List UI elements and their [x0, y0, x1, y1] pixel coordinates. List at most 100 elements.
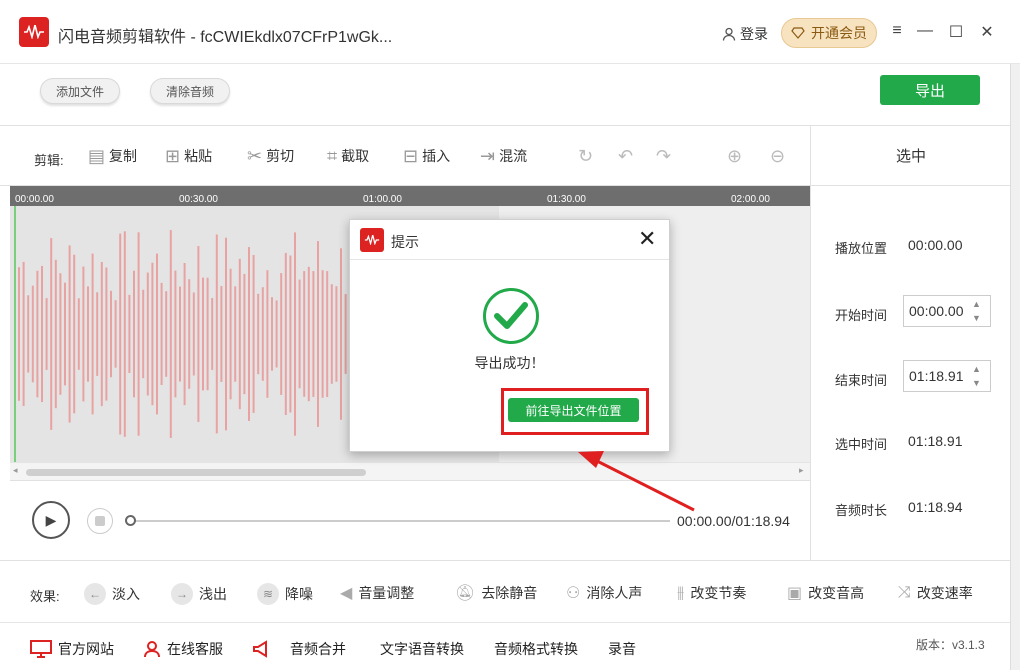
trim-label: 截取: [341, 148, 370, 164]
top-toolbar: 添加文件 清除音频 导出: [0, 64, 1010, 126]
scroll-left-icon[interactable]: ◂: [13, 465, 18, 476]
format-convert-link[interactable]: 音频格式转换: [494, 639, 578, 659]
zoom-out-icon[interactable]: ⊖: [770, 146, 785, 167]
online-service-label: 在线客服: [167, 641, 223, 657]
minimize-icon[interactable]: —: [915, 22, 935, 40]
waveform-bar: [45, 298, 48, 370]
waveform-bar: [344, 294, 347, 374]
zoom-in-icon[interactable]: ⊕: [727, 146, 742, 167]
duration-value: 01:18.94: [908, 499, 963, 515]
online-service-link[interactable]: 在线客服: [143, 639, 223, 659]
playback-time: 00:00.00/01:18.94: [677, 513, 790, 529]
footer-bar: 官方网站 在线客服 音频合并 文字语音转换 音频格式转换 录音: [0, 622, 1010, 670]
volume-button[interactable]: ◀ 音量调整: [340, 583, 414, 603]
playhead[interactable]: [14, 206, 16, 462]
waveform-bar: [22, 261, 25, 406]
down-arrow-icon[interactable]: ▼: [972, 313, 981, 323]
paste-button[interactable]: ⊞ 粘贴: [165, 146, 212, 166]
trim-button[interactable]: ⌗ 截取: [327, 146, 369, 166]
tick-label: 00:30.00: [179, 194, 218, 205]
progress-knob[interactable]: [125, 515, 136, 526]
tempo-button[interactable]: ⫵ 改变节奏: [677, 583, 746, 603]
insert-button[interactable]: ⊟ 插入: [403, 146, 450, 166]
denoise-button[interactable]: ≋ 降噪: [257, 583, 313, 605]
tts-link[interactable]: 文字语音转换: [380, 639, 464, 659]
progress-track[interactable]: [125, 515, 670, 526]
selected-time-value: 01:18.91: [908, 433, 963, 449]
play-icon: ▶: [45, 511, 57, 528]
waveform-bar: [165, 291, 168, 377]
waveform-bar: [142, 289, 145, 379]
cut-button[interactable]: ✂ 剪切: [247, 146, 294, 166]
waveform-bar: [100, 262, 103, 407]
copy-label: 复制: [109, 148, 138, 164]
menu-icon[interactable]: ≡: [887, 22, 907, 40]
pitch-label: 改变音高: [808, 585, 865, 601]
export-button[interactable]: 导出: [880, 75, 980, 105]
down-arrow-icon[interactable]: ▼: [972, 378, 981, 388]
waveform-bar: [271, 297, 273, 371]
waveform-bar: [96, 292, 99, 376]
start-time-input[interactable]: 00:00.00 ▲ ▼: [903, 295, 991, 327]
waveform-bar: [73, 254, 76, 414]
redo-icon[interactable]: ↷: [656, 146, 671, 167]
crop-icon: ⌗: [327, 146, 338, 166]
success-check-icon: [483, 288, 539, 344]
waveform-bar: [133, 270, 135, 398]
copy-button[interactable]: ▤ 复制: [88, 146, 137, 166]
record-link[interactable]: 录音: [608, 639, 636, 659]
waveform-bar: [114, 300, 117, 368]
end-time-input[interactable]: 01:18.91 ▲ ▼: [903, 360, 991, 392]
timeline-ruler[interactable]: 00:00.00 00:30.00 01:00.00 01:30.00 02:0…: [10, 186, 810, 206]
reset-icon[interactable]: ↻: [578, 146, 593, 167]
vip-button[interactable]: 开通会员: [781, 18, 877, 48]
user-icon: [722, 27, 736, 41]
up-arrow-icon[interactable]: ▲: [972, 364, 981, 374]
audio-merge-link[interactable]: 音频合并: [252, 639, 346, 659]
undo-icon[interactable]: ↶: [618, 146, 633, 167]
waveform-bar: [68, 245, 71, 423]
waveform-bar: [41, 266, 43, 402]
waveform-bar: [229, 268, 232, 400]
mute-icon: 🔕︎: [455, 585, 476, 602]
start-time-label: 开始时间: [835, 308, 888, 323]
waveform-bar: [31, 285, 34, 383]
waveform-bar: [303, 271, 306, 397]
waveform-bar: [59, 273, 62, 395]
remove-vocals-button[interactable]: ⚇ 消除人声: [566, 583, 642, 603]
login-label: 登录: [740, 26, 768, 42]
waveform-bar: [220, 286, 223, 382]
close-icon[interactable]: ✕: [977, 22, 997, 42]
waveform-bar: [156, 253, 158, 415]
edit-toolbar: 剪辑: ▤ 复制 ⊞ 粘贴 ✂ 剪切 ⌗ 截取 ⊟ 插入 ⇥ 混流 ↻ ↶ ↷ ⊕ ⊖: [0, 126, 810, 186]
maximize-icon[interactable]: ☐: [946, 22, 966, 42]
stop-button[interactable]: [87, 508, 113, 534]
remove-silence-label: 去除静音: [481, 585, 538, 601]
add-file-button[interactable]: 添加文件: [40, 78, 120, 104]
speed-label: 改变速率: [916, 585, 973, 601]
dialog-close-icon[interactable]: ✕: [638, 226, 656, 252]
up-arrow-icon[interactable]: ▲: [972, 299, 981, 309]
fade-out-button[interactable]: → 浅出: [171, 583, 227, 605]
play-button[interactable]: ▶: [32, 501, 70, 539]
play-position-label: 播放位置: [835, 241, 888, 256]
sliders-icon: ⫵: [677, 584, 685, 601]
scroll-right-icon[interactable]: ▸: [799, 465, 804, 476]
official-site-link[interactable]: 官方网站: [30, 639, 114, 659]
mix-button[interactable]: ⇥ 混流: [480, 146, 527, 166]
remove-silence-button[interactable]: 🔕︎ 去除静音: [455, 583, 537, 603]
official-site-label: 官方网站: [58, 641, 114, 657]
login-button[interactable]: 登录: [722, 24, 768, 44]
waveform-bar: [188, 279, 191, 389]
waveform-bar: [252, 255, 255, 413]
diamond-icon: [791, 27, 805, 39]
vertical-scrollbar[interactable]: [1010, 64, 1020, 670]
scroll-thumb[interactable]: [26, 469, 366, 476]
horizontal-scrollbar[interactable]: ◂ ▸: [10, 462, 810, 480]
clear-audio-button[interactable]: 清除音频: [150, 78, 230, 104]
speed-button[interactable]: ⤨ 改变速率: [898, 583, 973, 603]
fade-in-button[interactable]: ← 淡入: [84, 583, 140, 605]
pitch-button[interactable]: ▣ 改变音高: [787, 583, 864, 603]
shuffle-icon: ⤨: [898, 584, 911, 601]
tick-label: 01:00.00: [363, 194, 402, 205]
